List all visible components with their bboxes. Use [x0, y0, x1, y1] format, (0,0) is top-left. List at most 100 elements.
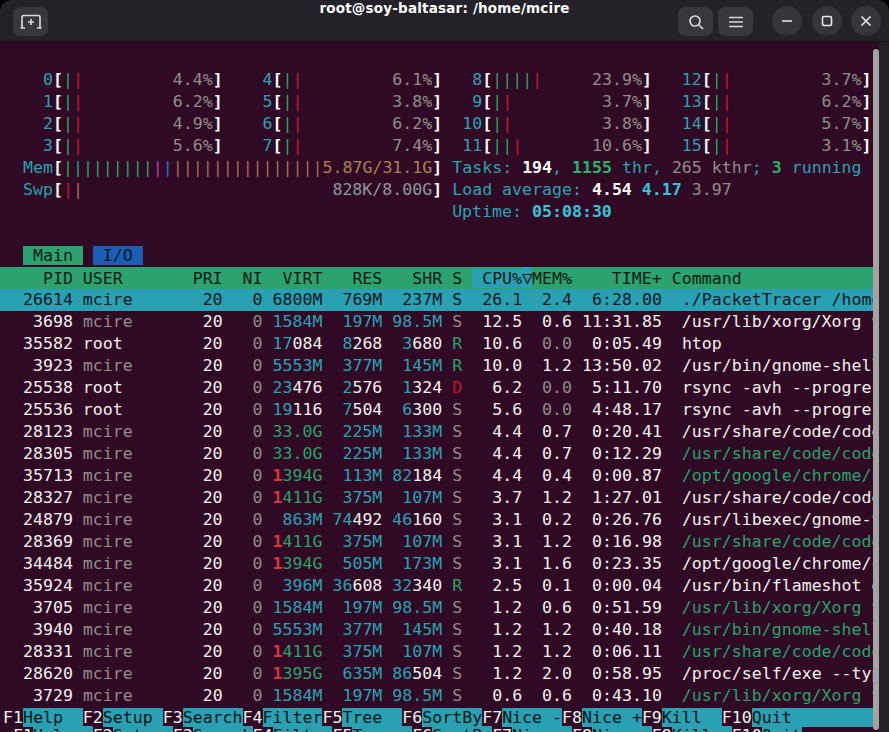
terminal-text: 24879	[23, 510, 73, 529]
terminal-text: |	[123, 158, 133, 177]
terminal-text	[462, 444, 492, 463]
terminal-text	[572, 466, 592, 485]
terminal-text: Tree	[352, 726, 412, 732]
process-row[interactable]: 28305 mcire 20 0 33.0G 225M 133M S 4.4 0…	[0, 443, 875, 465]
terminal-text: Setup	[113, 726, 173, 732]
terminal-text: 25536	[23, 400, 73, 419]
scrollbar-track	[879, 42, 889, 732]
process-row[interactable]: 25538 root 20 0 23476 2576 1324 D 6.2 0.…	[0, 377, 875, 399]
process-row[interactable]: 28369 mcire 20 0 1411G 375M 107M S 3.1 1…	[0, 531, 875, 553]
process-row[interactable]: 3705 mcire 20 0 1584M 197M 98.5M S 1.2 0…	[0, 597, 875, 619]
process-row[interactable]: 25536 root 20 0 19116 7504 6300 S 5.6 0.…	[0, 399, 875, 421]
terminal-text	[193, 334, 203, 353]
terminal-text: 3	[402, 334, 412, 353]
terminal-text: 1	[273, 532, 283, 551]
terminal-text	[193, 488, 203, 507]
table-header-row[interactable]: PID USER PRI NI VIRT RES SHR S CPU%▽MEM%…	[0, 267, 875, 289]
tab-io[interactable]: I/O	[93, 246, 143, 265]
terminal-text	[263, 290, 273, 309]
process-row[interactable]: 28123 mcire 20 0 33.0G 225M 133M S 4.4 0…	[0, 421, 875, 443]
terminal-text	[732, 136, 822, 155]
terminal-text	[442, 92, 472, 111]
search-button[interactable]	[678, 7, 713, 36]
terminal-text: 225M	[342, 444, 382, 463]
terminal-text: F9	[652, 726, 672, 732]
process-row[interactable]: 26614 mcire 20 0 6800M 769M 237M S 26.1 …	[0, 289, 875, 311]
terminal-text: 300	[412, 400, 442, 419]
terminal-text: 375M	[342, 488, 382, 507]
process-row[interactable]: 24879 mcire 20 0 863M 74492 46160 S 3.1 …	[0, 509, 875, 531]
terminal-text: 20	[203, 664, 223, 683]
terminal-text: |	[502, 70, 512, 89]
terminal-text: 395G	[283, 664, 323, 683]
terminal-text	[382, 598, 392, 617]
terminal-text: |	[63, 136, 73, 155]
terminal-text: 86	[392, 664, 412, 683]
terminal-text	[442, 598, 452, 617]
terminal-text: 3.97	[692, 180, 732, 199]
terminal-text: 20	[203, 378, 223, 397]
process-row[interactable]: 35713 mcire 20 0 1394G 113M 82184 S 4.4 …	[0, 465, 875, 487]
tab-main[interactable]: Main	[23, 246, 83, 265]
terminal-text: 0	[253, 444, 263, 463]
terminal-text: |	[712, 92, 722, 111]
terminal-text: 0:40.18	[592, 620, 662, 639]
terminal-text: S	[452, 620, 462, 639]
terminal-text: 3940	[33, 620, 73, 639]
terminal-text	[83, 114, 173, 133]
terminal-text	[522, 576, 542, 595]
column-header-cpu-sort[interactable]: CPU%	[472, 269, 522, 288]
terminal-text: /usr/libexec/gnome-t	[682, 510, 882, 529]
process-row[interactable]: 3923 mcire 20 0 5553M 377M 145M R 10.0 1…	[0, 355, 875, 377]
terminal-text	[382, 400, 402, 419]
terminal-text: 1	[273, 554, 283, 573]
terminal-text: 0.7	[542, 422, 572, 441]
terminal-text: |	[512, 136, 522, 155]
minimize-button[interactable]	[772, 6, 802, 36]
process-row[interactable]: 34484 mcire 20 0 1394G 505M 173M S 3.1 1…	[0, 553, 875, 575]
scrollbar-thumb[interactable]	[873, 49, 879, 730]
terminal-text: 504	[352, 400, 382, 419]
terminal-text	[442, 114, 462, 133]
terminal-text	[572, 686, 592, 705]
terminal-text: |	[73, 70, 83, 89]
terminal-text	[662, 378, 682, 397]
maximize-button[interactable]	[812, 6, 842, 36]
process-row[interactable]: 35582 root 20 0 17084 8268 3680 R 10.6 0…	[0, 333, 875, 355]
menu-button[interactable]	[718, 7, 753, 36]
terminal-text: |	[133, 158, 143, 177]
terminal-text: TIME+	[582, 269, 672, 288]
terminal-text: 6	[263, 114, 273, 133]
terminal-text: |	[492, 92, 502, 111]
terminal-text: 116	[293, 400, 323, 419]
terminal-text	[303, 92, 393, 111]
terminal-text	[522, 510, 542, 529]
process-row[interactable]: 28331 mcire 20 0 1411G 375M 107M S 1.2 1…	[0, 641, 875, 663]
terminal-text: |	[263, 158, 273, 177]
process-row[interactable]: 35924 mcire 20 0 396M 36608 32340 R 2.5 …	[0, 575, 875, 597]
terminal-text	[522, 664, 542, 683]
terminal-text	[542, 70, 592, 89]
process-row[interactable]: 28327 mcire 20 0 1411G 375M 107M S 3.7 1…	[0, 487, 875, 509]
terminal-text	[442, 642, 452, 661]
terminal-text	[223, 422, 253, 441]
sort-direction-icon: ▽	[522, 267, 532, 288]
terminal-text: 0:05.49	[592, 334, 662, 353]
process-row[interactable]: 3729 mcire 20 0 1584M 197M 98.5M S 0.6 0…	[0, 685, 875, 707]
terminal-text: |	[502, 92, 512, 111]
close-button[interactable]	[851, 6, 881, 36]
terminal-text: mcire	[83, 620, 193, 639]
terminal-text: 46	[392, 510, 412, 529]
terminal-text: 0:58.95	[592, 664, 662, 683]
terminal-text: 3	[43, 136, 53, 155]
swap-meter-row: Swp[|| 828K/8.00G] Load average: 4.54 4.…	[0, 179, 875, 201]
terminal-text: 197M	[342, 598, 382, 617]
process-row[interactable]: 3940 mcire 20 0 5553M 377M 145M S 1.2 1.…	[0, 619, 875, 641]
terminal-text: 0.6	[542, 312, 572, 331]
terminal-text	[382, 620, 402, 639]
terminal-text: 26.1	[482, 290, 522, 309]
terminal-text: |	[712, 70, 722, 89]
process-row[interactable]: 3698 mcire 20 0 1584M 197M 98.5M S 12.5 …	[0, 311, 875, 333]
titlebar[interactable]: root@soy-baltasar: /home/mcire	[0, 0, 889, 42]
process-row[interactable]: 28620 mcire 20 0 1395G 635M 86504 S 1.2 …	[0, 663, 875, 685]
